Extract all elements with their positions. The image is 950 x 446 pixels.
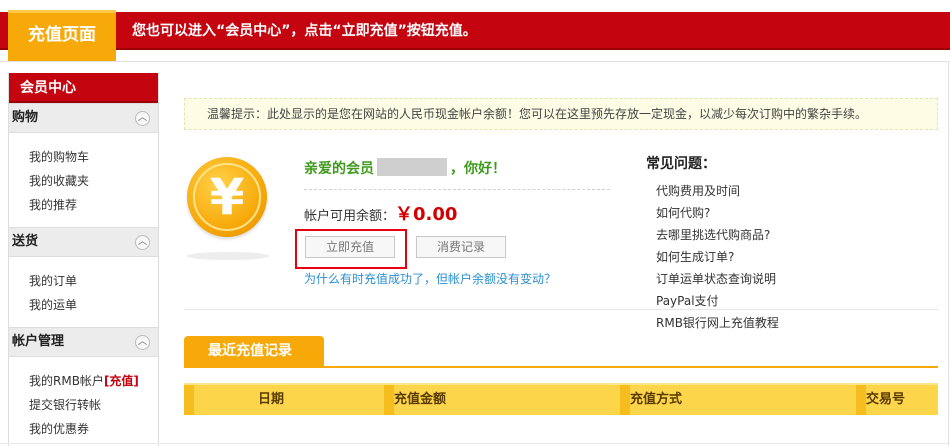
faq-item[interactable]: 如何生成订单? [656, 246, 779, 268]
sidebar-group-label: 送货 [12, 234, 39, 249]
sidebar-item-favorites[interactable]: 我的收藏夹 [29, 169, 158, 193]
blurred-username [377, 158, 447, 176]
sidebar-title: 会员中心 [9, 73, 158, 103]
balance-amount: ￥0.00 [395, 204, 458, 225]
sidebar-group-account: 帐户管理 ︿ 我的RMB帐户[充值] 提交银行转帐 我的优惠券 [9, 327, 158, 446]
header-divider [0, 61, 950, 62]
yen-coin-icon: ¥ [187, 157, 267, 237]
consumption-records-button[interactable]: 消费记录 [416, 236, 506, 258]
yen-symbol: ¥ [209, 168, 245, 226]
faq-title: 常见问题： [646, 156, 716, 172]
faq-item[interactable]: 订单运单状态查询说明 [656, 268, 779, 290]
sidebar-item-label: 我的RMB帐户 [29, 374, 104, 388]
header-separator [384, 385, 394, 415]
faq-list: 代购费用及时间 如何代购? 去哪里挑选代购商品? 如何生成订单? 订单运单状态查… [656, 180, 779, 334]
collapse-icon[interactable]: ︿ [135, 111, 150, 126]
sidebar-item-recommend[interactable]: 我的推荐 [29, 193, 158, 217]
greeting-suffix: ，你好！ [450, 161, 506, 177]
help-link[interactable]: 为什么有时充值成功了，但帐户余额没有变动？ [304, 270, 556, 288]
records-tab-underline [184, 366, 938, 368]
sidebar: 会员中心 购物 ︿ 我的购物车 我的收藏夹 我的推荐 送货 ︿ 我的订单 我的运… [8, 73, 159, 446]
collapse-icon[interactable]: ︿ [135, 335, 150, 350]
sidebar-item-rmb-account[interactable]: 我的RMB帐户[充值] [29, 369, 158, 393]
header-separator [856, 385, 866, 415]
faq-item[interactable]: 去哪里挑选代购商品? [656, 224, 779, 246]
tip-notice: 温馨提示：此处显示的是您在网站的人民币现金帐户余额！您可以在这里预先存放一定现金… [184, 98, 938, 130]
greeting-prefix: 亲爱的会员 [304, 161, 374, 177]
column-date: 日期 [258, 392, 285, 407]
section-divider [184, 309, 938, 310]
balance: 帐户可用余额：￥0.00 [304, 204, 457, 226]
sidebar-group-header[interactable]: 购物 ︿ [9, 103, 158, 133]
header-separator [184, 385, 194, 415]
collapse-icon[interactable]: ︿ [135, 235, 150, 250]
dashed-divider [304, 189, 610, 190]
balance-label: 帐户可用余额： [304, 209, 396, 224]
sidebar-item-waybills[interactable]: 我的运单 [29, 293, 158, 317]
greeting: 亲爱的会员 ，你好！ [304, 158, 506, 180]
sidebar-group-label: 购物 [12, 110, 39, 125]
column-method: 充值方式 [630, 392, 683, 407]
frame-bottom-border [0, 443, 950, 444]
header-separator [620, 385, 630, 415]
recent-records-tab[interactable]: 最近充值记录 [184, 336, 324, 366]
sidebar-item-orders[interactable]: 我的订单 [29, 269, 158, 293]
sidebar-item-cart[interactable]: 我的购物车 [29, 145, 158, 169]
faq-item[interactable]: 代购费用及时间 [656, 180, 779, 202]
faq-item[interactable]: RMB银行网上充值教程 [656, 312, 779, 334]
sidebar-item-bank-transfer[interactable]: 提交银行转帐 [29, 393, 158, 417]
sidebar-group-delivery: 送货 ︿ 我的订单 我的运单 [9, 227, 158, 327]
recharge-button[interactable]: 立即充值 [305, 236, 395, 258]
column-amount: 充值金额 [394, 392, 447, 407]
records-table-header: 日期 充值金额 充值方式 交易号 [184, 383, 938, 415]
sidebar-item-coupons[interactable]: 我的优惠券 [29, 417, 158, 441]
sidebar-group-shopping: 购物 ︿ 我的购物车 我的收藏夹 我的推荐 [9, 103, 158, 227]
frame-right-border [948, 62, 949, 446]
sidebar-group-header[interactable]: 帐户管理 ︿ [9, 327, 158, 357]
sidebar-group-header[interactable]: 送货 ︿ [9, 227, 158, 257]
faq-item[interactable]: 如何代购? [656, 202, 779, 224]
page-tab-title: 充值页面 [8, 10, 116, 62]
coin-shadow [186, 252, 270, 260]
sidebar-group-label: 帐户管理 [12, 334, 65, 349]
header-message: 您也可以进入“会员中心”，点击“立即充值”按钮充值。 [132, 23, 477, 39]
header-banner: 充值页面 您也可以进入“会员中心”，点击“立即充值”按钮充值。 [0, 0, 950, 62]
column-transaction-id: 交易号 [866, 392, 906, 407]
recharge-link[interactable]: [充值] [104, 374, 139, 388]
